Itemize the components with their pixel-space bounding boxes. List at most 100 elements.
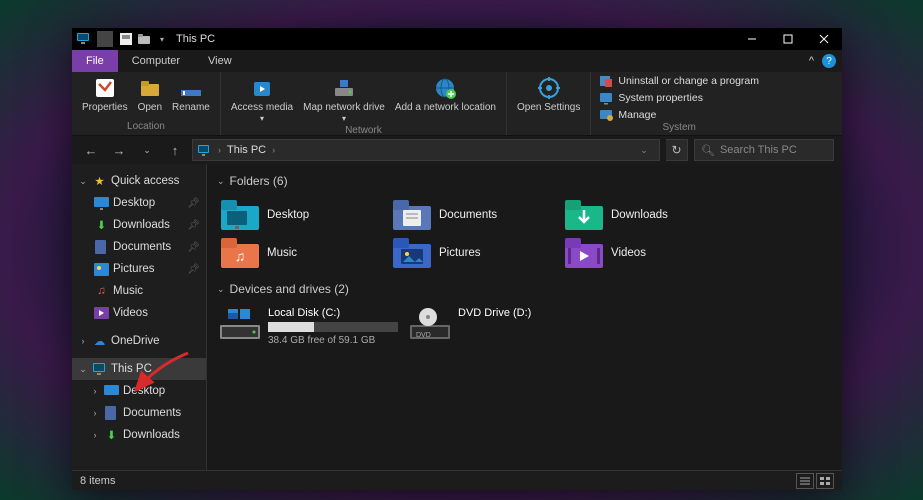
desktop-icon [221,200,259,230]
address-dropdown[interactable]: ⌄ [633,139,655,161]
rename-button[interactable]: Rename [168,74,214,116]
tab-computer[interactable]: Computer [118,50,194,72]
add-location-button[interactable]: Add a network location [391,74,500,116]
ribbon-group-settings: Open Settings [507,72,591,135]
pin-icon: 📌︎ [187,198,200,209]
this-pc-icon [92,362,107,377]
address-bar[interactable]: › This PC › ⌄ [192,139,660,161]
cloud-icon: ☁ [92,334,107,349]
ribbon: Properties Open Rename Location Access m… [72,72,842,136]
chevron-right-icon[interactable]: › [90,386,100,396]
star-icon: ★ [92,174,107,189]
qat-save-icon[interactable] [118,31,134,47]
section-folders-header[interactable]: ⌄Folders (6) [217,174,832,188]
manage-button[interactable]: Manage [597,108,761,122]
recent-dropdown[interactable]: ⌄ [136,139,158,161]
pin-icon: 📌︎ [187,220,200,231]
section-drives-header[interactable]: ⌄Devices and drives (2) [217,282,832,296]
properties-button[interactable]: Properties [78,74,132,116]
tree-documents[interactable]: Documents📌︎ [72,236,206,258]
folder-documents[interactable]: Documents [389,196,561,234]
drive-usage-bar [268,322,398,332]
svg-text:♫: ♫ [235,248,246,264]
chevron-down-icon: ⌄ [217,176,225,187]
access-media-button[interactable]: Access media▾ [227,74,297,125]
folder-downloads[interactable]: Downloads [561,196,733,234]
download-icon: ⬇ [94,218,109,233]
minimize-button[interactable] [734,28,770,50]
tree-pictures[interactable]: Pictures📌︎ [72,258,206,280]
this-pc-crumb-icon [197,143,212,158]
tree-onedrive[interactable]: › ☁ OneDrive [72,330,206,352]
picture-icon [94,262,109,277]
chevron-right-icon[interactable]: › [272,145,275,155]
document-icon [94,240,109,255]
chevron-right-icon[interactable]: › [78,336,88,346]
chevron-right-icon[interactable]: › [218,145,221,155]
ribbon-tabs: File Computer View ^ ? [72,50,842,72]
video-icon [94,306,109,321]
picture-icon [393,238,431,268]
tree-tp-downloads[interactable]: ›⬇Downloads [72,424,206,446]
open-button[interactable]: Open [134,74,166,116]
tab-view[interactable]: View [194,50,246,72]
chevron-right-icon[interactable]: › [90,408,100,418]
system-properties-button[interactable]: System properties [597,91,761,105]
tree-videos[interactable]: Videos [72,302,206,324]
drive-local-c[interactable]: Local Disk (C:) 38.4 GB free of 59.1 GB [217,304,407,349]
uninstall-programs-button[interactable]: Uninstall or change a program [597,74,761,88]
drive-label: Local Disk (C:) [268,307,398,319]
refresh-button[interactable]: ↻ [666,139,688,161]
up-button[interactable]: ↑ [164,139,186,161]
ribbon-group-system: Uninstall or change a program System pro… [591,72,767,135]
maximize-button[interactable] [770,28,806,50]
breadcrumb-this-pc[interactable]: This PC [227,144,266,156]
search-box[interactable]: 🔍︎ Search This PC [694,139,834,161]
tree-quick-access[interactable]: ⌄ ★ Quick access [72,170,206,192]
status-item-count: 8 items [80,475,115,487]
chevron-right-icon[interactable]: › [90,430,100,440]
tree-tp-desktop[interactable]: ›Desktop [72,380,206,402]
view-large-button[interactable] [816,473,834,489]
title-bar[interactable]: ▾ This PC [72,28,842,50]
document-icon [104,406,119,421]
back-button[interactable]: ← [80,139,102,161]
view-details-button[interactable] [796,473,814,489]
search-placeholder: Search This PC [720,144,797,156]
tree-this-pc[interactable]: ⌄ This PC [72,358,206,380]
help-icon[interactable]: ? [822,54,836,68]
qat-folder-icon[interactable] [136,31,152,47]
tree-tp-documents[interactable]: ›Documents [72,402,206,424]
chevron-down-icon: ⌄ [217,284,225,295]
forward-button[interactable]: → [108,139,130,161]
svg-text:DVD: DVD [416,332,431,339]
this-pc-icon [76,31,92,47]
chevron-down-icon[interactable]: ⌄ [78,364,88,375]
folder-desktop[interactable]: Desktop [217,196,389,234]
music-icon: ♫ [221,238,259,268]
open-settings-button[interactable]: Open Settings [513,74,584,116]
folders-grid: Desktop Documents Downloads ♫Music Pictu… [217,196,832,272]
window-title: This PC [176,33,215,45]
qat-dropdown-icon[interactable]: ▾ [154,31,170,47]
chevron-down-icon[interactable]: ⌄ [78,176,88,187]
explorer-window: ▾ This PC File Computer View ^ ? Propert… [72,28,842,490]
close-button[interactable] [806,28,842,50]
tree-music[interactable]: ♫Music [72,280,206,302]
ribbon-collapse-icon[interactable]: ^ [809,55,814,67]
desktop-icon [104,384,119,399]
search-icon: 🔍︎ [701,144,715,157]
drive-dvd-d[interactable]: DVD DVD Drive (D:) [407,304,597,349]
content-pane[interactable]: ⌄Folders (6) Desktop Documents Downloads… [207,164,842,470]
tree-desktop[interactable]: Desktop📌︎ [72,192,206,214]
drive-icon [220,307,260,341]
map-drive-button[interactable]: Map network drive▾ [299,74,389,125]
folder-videos[interactable]: Videos [561,234,733,272]
nav-tree[interactable]: ⌄ ★ Quick access Desktop📌︎ ⬇Downloads📌︎ … [72,164,207,470]
status-bar: 8 items [72,470,842,490]
tab-file[interactable]: File [72,50,118,72]
tree-downloads[interactable]: ⬇Downloads📌︎ [72,214,206,236]
music-icon: ♫ [94,284,109,299]
folder-music[interactable]: ♫Music [217,234,389,272]
folder-pictures[interactable]: Pictures [389,234,561,272]
